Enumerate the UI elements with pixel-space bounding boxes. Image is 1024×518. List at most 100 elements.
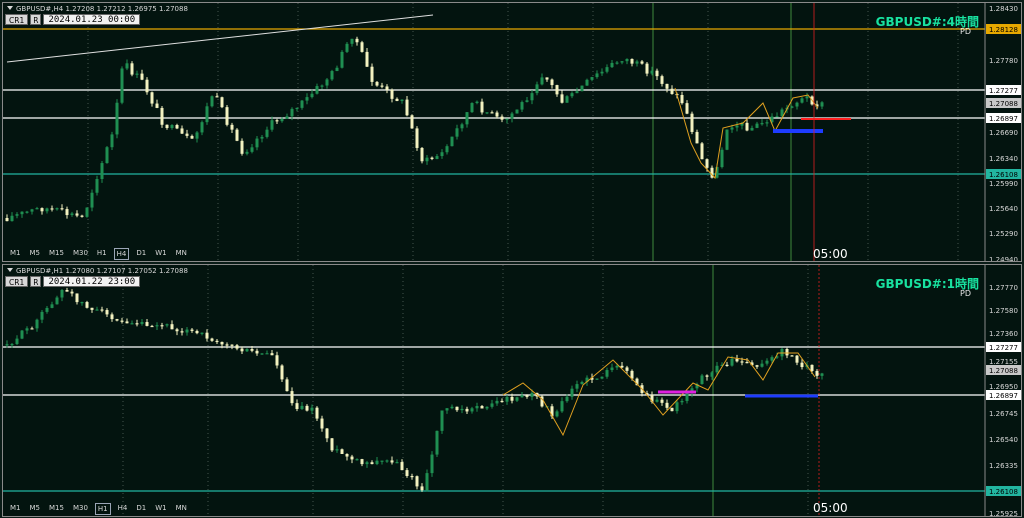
tf-m1[interactable]: M1 <box>8 248 23 260</box>
candle-body <box>665 402 669 408</box>
candle-body <box>595 73 599 78</box>
candle-body <box>715 365 719 373</box>
candle-body <box>5 344 9 346</box>
candle-body <box>765 360 769 364</box>
candle-body <box>285 116 289 119</box>
candle-body <box>670 88 674 94</box>
candle-body <box>215 340 219 343</box>
candle-body <box>55 297 59 305</box>
candle-body <box>520 395 524 398</box>
tf-h1[interactable]: H1 <box>95 248 109 260</box>
candle-body <box>185 133 189 136</box>
candle-body <box>160 325 164 327</box>
candle-body <box>620 61 624 63</box>
candle-body <box>580 381 584 385</box>
candle-body <box>15 338 19 345</box>
date-field[interactable]: 2024.01.22 23:00 <box>43 276 141 287</box>
candle-body <box>495 400 499 404</box>
price-axis-label: 1.26540 <box>989 436 1018 444</box>
date-field[interactable]: 2024.01.23 00:00 <box>43 14 141 25</box>
candle-body <box>95 179 99 193</box>
tf-w1[interactable]: W1 <box>153 503 168 515</box>
price-axis-label: 1.26897 <box>989 115 1018 123</box>
h1-candlestick-chart[interactable]: 1.27770 1.27580 1.27360 1.27277 1.271551.270… <box>3 265 1022 517</box>
candle-body <box>720 149 724 168</box>
tf-d1[interactable]: D1 <box>134 503 148 515</box>
tf-h4[interactable]: H4 <box>113 248 130 260</box>
candle-body <box>145 322 149 326</box>
candle-body <box>230 124 234 130</box>
candle-body <box>735 125 739 128</box>
candle-body <box>25 211 29 213</box>
collapse-triangle-icon[interactable] <box>7 6 13 10</box>
candle-body <box>435 156 439 159</box>
price-axis-label: 1.28128 <box>989 26 1018 34</box>
tf-m30[interactable]: M30 <box>71 503 90 515</box>
candle-body <box>440 152 444 157</box>
tf-d1[interactable]: D1 <box>134 248 148 260</box>
candle-body <box>505 396 509 402</box>
collapse-triangle-icon[interactable] <box>7 268 13 272</box>
candle-body <box>630 58 634 64</box>
candle-body <box>440 410 444 431</box>
candle-body <box>475 405 479 409</box>
candle-body <box>75 213 79 216</box>
tf-m5[interactable]: M5 <box>28 503 43 515</box>
candle-body <box>50 304 54 308</box>
tf-m30[interactable]: M30 <box>71 248 90 260</box>
candle-body <box>620 365 624 368</box>
candle-body <box>250 349 254 351</box>
tf-m15[interactable]: M15 <box>47 503 66 515</box>
candle-body <box>565 96 569 103</box>
candle-body <box>805 96 809 99</box>
tf-mn[interactable]: MN <box>174 248 189 260</box>
candle-body <box>315 407 319 419</box>
candle-body <box>510 396 514 401</box>
candle-body <box>155 103 159 108</box>
price-axis-label: 1.27770 <box>989 284 1018 292</box>
tf-w1[interactable]: W1 <box>153 248 168 260</box>
candle-body <box>275 355 279 366</box>
candle-body <box>650 70 654 74</box>
candle-body <box>255 350 259 354</box>
timeframe-bar: M1 M5 M15 M30 H1 H4 D1 W1 MN <box>8 248 189 260</box>
price-axis-label: 1.25925 <box>989 510 1018 517</box>
candle-body <box>360 42 364 52</box>
candle-body <box>260 353 264 355</box>
tf-m1[interactable]: M1 <box>8 503 23 515</box>
candle-body <box>610 62 614 68</box>
cr1-button[interactable]: CR1 <box>5 14 29 25</box>
candle-body <box>580 85 584 92</box>
candle-body <box>125 321 129 324</box>
tf-m15[interactable]: M15 <box>47 248 66 260</box>
candle-body <box>375 81 379 86</box>
candle-body <box>575 384 579 389</box>
candle-body <box>705 375 709 377</box>
tf-h4[interactable]: H4 <box>116 503 130 515</box>
candle-body <box>475 101 479 104</box>
candle-body <box>365 462 369 465</box>
tf-h1[interactable]: H1 <box>94 503 111 515</box>
tf-m5[interactable]: M5 <box>28 248 43 260</box>
candle-body <box>405 99 409 116</box>
tf-mn[interactable]: MN <box>174 503 189 515</box>
candle-body <box>70 291 74 294</box>
candle-body <box>795 102 799 107</box>
zigzag-line <box>502 352 816 437</box>
cr1-button[interactable]: CR1 <box>5 276 29 287</box>
price-axis-label: 1.26108 <box>989 171 1018 179</box>
r-button[interactable]: R <box>30 14 42 25</box>
candle-body <box>300 405 304 409</box>
h1-chart-pane[interactable]: 1.27770 1.27580 1.27360 1.27277 1.27155 1.270… <box>2 264 1022 517</box>
candle-body <box>430 157 434 159</box>
candle-body <box>405 470 409 476</box>
candle-body <box>760 363 764 367</box>
candle-body <box>40 208 44 212</box>
candle-body <box>610 367 614 371</box>
candle-body <box>770 357 774 361</box>
h4-chart-pane[interactable]: 1.28430 1.28128 1.27780 1.27277 1.27088 1.268… <box>2 2 1022 262</box>
candle-body <box>420 147 424 162</box>
h4-candlestick-chart[interactable]: 1.28430 1.28128 1.27780 1.27277 1.27088 1.268… <box>3 3 1022 262</box>
r-button[interactable]: R <box>30 276 42 287</box>
candle-body <box>655 70 659 77</box>
